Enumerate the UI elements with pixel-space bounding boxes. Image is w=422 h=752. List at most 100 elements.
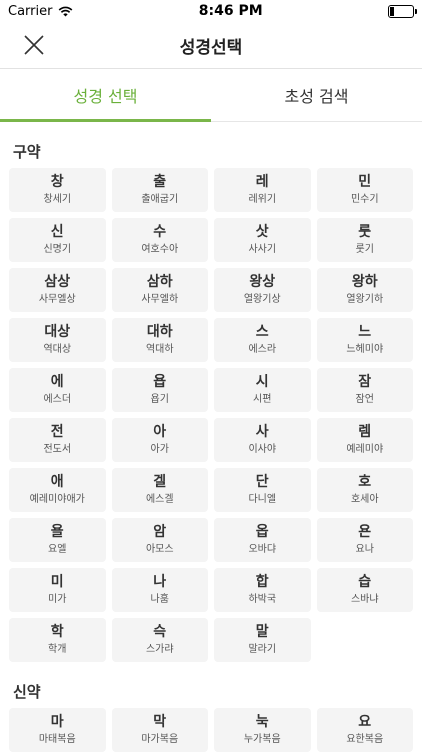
book-name: 에스더 [43, 394, 72, 405]
book-button[interactable]: 삼하 사무엘하 [111, 268, 208, 312]
old-testament-grid: 창 창세기 출 출애굽기 레 레위기 민 민수기 신 신명기 수 여호수아 삿 사사기 룻 룻기 삼상 사무엘상 삼… [0, 162, 422, 662]
book-name: 느헤미야 [346, 344, 384, 355]
book-button[interactable]: 레 레위기 [214, 168, 311, 212]
book-abbreviation: 왕상 [249, 274, 276, 290]
book-button[interactable]: 말 말라기 [214, 618, 311, 662]
book-button[interactable]: 잠 잠언 [316, 368, 413, 412]
book-name: 아가 [150, 444, 169, 455]
book-abbreviation: 수 [153, 224, 167, 240]
book-button[interactable]: 대하 역대하 [111, 318, 208, 362]
book-abbreviation: 렘 [358, 424, 372, 440]
book-button[interactable]: 삼상사무엘상 [9, 268, 106, 312]
tab-bar: 성경 선택 초성 검색 [0, 69, 422, 122]
book-name: 미가 [48, 594, 67, 605]
book-button[interactable]: 출출애굽기 [111, 168, 208, 212]
book-button[interactable]: 막 마가복음 [111, 708, 208, 752]
book-button[interactable]: 나 나훔 [111, 568, 208, 612]
book-name: 요한복음 [346, 734, 384, 745]
book-abbreviation: 스 [255, 324, 269, 340]
book-button[interactable]: 아 아가 [111, 418, 208, 462]
book-button[interactable]: 단 다니엘 [214, 468, 311, 512]
book-button[interactable]: 슥스가랴 [111, 618, 208, 662]
book-abbreviation: 슥 [153, 624, 167, 640]
book-button[interactable]: 욜 요엘 [9, 518, 106, 562]
book-name: 스가랴 [145, 644, 174, 655]
book-name: 말라기 [248, 644, 277, 655]
book-name: 누가복음 [243, 734, 281, 745]
book-name: 아모스 [145, 544, 174, 555]
book-abbreviation: 사 [255, 424, 269, 440]
book-button[interactable]: 삿 사사기 [214, 218, 311, 262]
book-button[interactable]: 왕상열왕기상 [214, 268, 311, 312]
book-button[interactable]: 스에스라 [214, 318, 311, 362]
book-abbreviation: 욥 [153, 374, 167, 390]
book-abbreviation: 왕하 [351, 274, 378, 290]
book-abbreviation: 전 [50, 424, 64, 440]
book-button[interactable]: 사이사야 [214, 418, 311, 462]
book-abbreviation: 창 [50, 174, 64, 190]
book-button[interactable]: 욥 욥기 [111, 368, 208, 412]
book-abbreviation: 출 [153, 174, 167, 190]
book-button[interactable]: 요요한복음 [316, 708, 413, 752]
book-button[interactable]: 민 민수기 [316, 168, 413, 212]
book-name: 호세아 [350, 494, 379, 505]
book-name: 오바댜 [248, 544, 277, 555]
book-button[interactable]: 합 하박국 [214, 568, 311, 612]
tab-bible-select[interactable]: 성경 선택 [0, 69, 211, 122]
book-name: 레위기 [248, 194, 277, 205]
book-button[interactable]: 겔 에스겔 [111, 468, 208, 512]
book-name: 열왕기하 [346, 294, 384, 305]
book-button[interactable]: 렘 예레미야 [316, 418, 413, 462]
book-abbreviation: 단 [255, 474, 269, 490]
tab-initial-search[interactable]: 초성 검색 [211, 69, 422, 121]
book-button[interactable]: 느 느헤미야 [316, 318, 413, 362]
book-button[interactable]: 미 미가 [9, 568, 106, 612]
book-button[interactable]: 눅누가복음 [214, 708, 311, 752]
book-name: 에스겔 [145, 494, 174, 505]
book-button[interactable]: 호 호세아 [316, 468, 413, 512]
book-button[interactable]: 학학개 [9, 618, 106, 662]
book-button[interactable]: 욘요나 [316, 518, 413, 562]
book-name: 열왕기상 [243, 294, 281, 305]
book-abbreviation: 대상 [44, 324, 71, 340]
book-name: 이사야 [248, 444, 277, 455]
book-abbreviation: 요 [358, 714, 372, 730]
book-button[interactable]: 신 신명기 [9, 218, 106, 262]
close-icon[interactable] [22, 33, 46, 57]
book-abbreviation: 마 [50, 714, 64, 730]
book-abbreviation: 룻 [358, 224, 372, 240]
book-button[interactable]: 애 예레미야애가 [9, 468, 106, 512]
book-name: 요나 [355, 544, 374, 555]
book-button[interactable]: 암아모스 [111, 518, 208, 562]
book-name: 민수기 [350, 194, 379, 205]
book-name: 사사기 [248, 244, 277, 255]
book-button[interactable]: 마 마태복음 [9, 708, 106, 752]
book-button[interactable]: 대상 역대상 [9, 318, 106, 362]
book-abbreviation: 삼하 [146, 274, 173, 290]
book-abbreviation: 에 [50, 374, 64, 390]
book-button[interactable]: 시 시편 [214, 368, 311, 412]
book-abbreviation: 학 [50, 624, 64, 640]
book-abbreviation: 시 [255, 374, 269, 390]
book-button[interactable]: 전 전도서 [9, 418, 106, 462]
book-name: 출애굽기 [141, 194, 179, 205]
book-button[interactable]: 수 여호수아 [111, 218, 208, 262]
book-button[interactable]: 습 스바냐 [316, 568, 413, 612]
book-name: 사무엘상 [38, 294, 76, 305]
book-abbreviation: 잠 [358, 374, 372, 390]
book-button[interactable]: 옵오바댜 [214, 518, 311, 562]
book-abbreviation: 암 [153, 524, 167, 540]
book-abbreviation: 옵 [255, 524, 269, 540]
book-abbreviation: 삼상 [44, 274, 71, 290]
book-name: 에스라 [248, 344, 277, 355]
book-abbreviation: 눅 [255, 714, 269, 730]
book-name: 학개 [48, 644, 67, 655]
book-button[interactable]: 왕하열왕기하 [316, 268, 413, 312]
book-name: 역대하 [145, 344, 174, 355]
book-button[interactable]: 창 창세기 [9, 168, 106, 212]
book-button[interactable]: 룻 룻기 [316, 218, 413, 262]
book-button[interactable]: 에에스더 [9, 368, 106, 412]
book-abbreviation: 욘 [358, 524, 372, 540]
